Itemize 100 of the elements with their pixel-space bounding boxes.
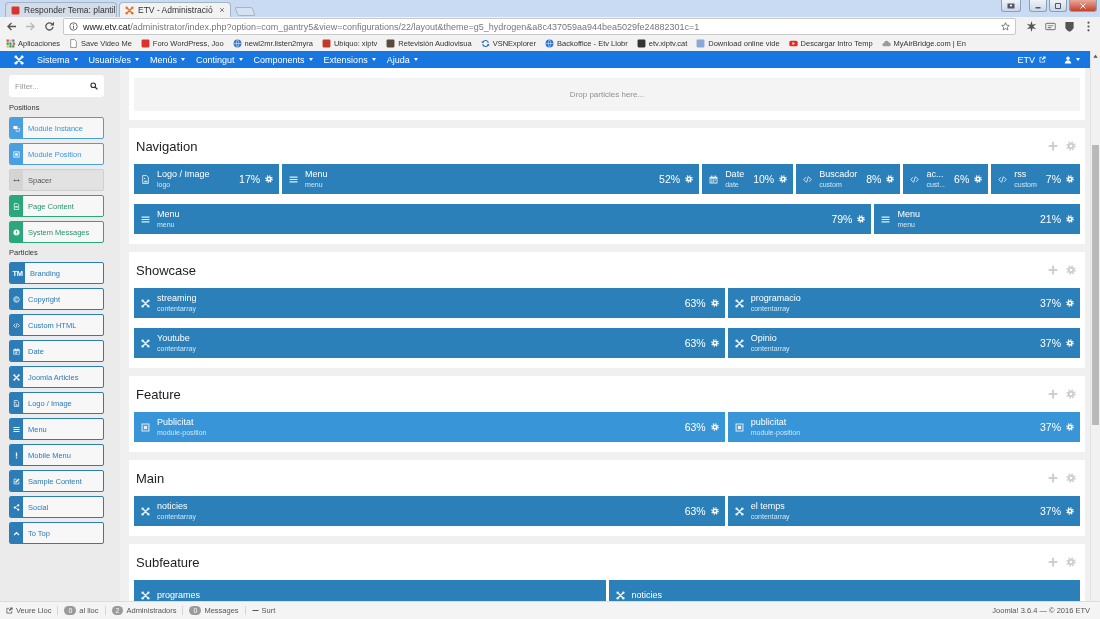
favicon-icon xyxy=(140,39,150,48)
document-icon xyxy=(10,196,23,216)
nav-item[interactable]: Usuaris/es xyxy=(88,54,140,65)
share-icon xyxy=(10,497,23,517)
particle-title: rss xyxy=(1014,169,1027,180)
width-percent: 63% xyxy=(684,297,706,309)
section-title: Main xyxy=(136,470,165,486)
chevron-up-icon xyxy=(10,523,23,543)
particle-block[interactable]: noticies xyxy=(608,580,1080,601)
tab-title: ETV - Administració xyxy=(138,5,214,15)
nav-item[interactable]: Menús xyxy=(150,54,186,65)
sparkle-icon[interactable] xyxy=(1026,21,1037,32)
width-percent: 10% xyxy=(753,173,775,185)
particle-title: publicitat xyxy=(750,417,787,428)
caret-icon xyxy=(1076,58,1080,61)
knot-cross-icon xyxy=(141,338,150,348)
scroll-up-icon[interactable] xyxy=(1092,53,1099,60)
particle-title: streaming xyxy=(157,293,197,304)
width-percent: 17% xyxy=(239,173,261,185)
favicon-icon xyxy=(11,5,20,15)
particle-title: noticies xyxy=(631,589,662,601)
maximize-button[interactable] xyxy=(1049,0,1067,12)
particle-title: programes xyxy=(157,589,201,601)
section-title: Feature xyxy=(136,386,181,402)
particle-title: Menu xyxy=(305,169,328,180)
menu-icon xyxy=(10,419,23,439)
user-button[interactable] xyxy=(1064,55,1080,64)
shield-icon[interactable] xyxy=(1064,21,1075,32)
section-title: Subfeature xyxy=(136,554,200,570)
width-percent: 37% xyxy=(1040,421,1061,433)
caret-icon xyxy=(181,58,186,61)
nav-item[interactable]: Sistema xyxy=(37,54,78,65)
particle-title: ac... xyxy=(926,169,944,180)
width-percent: 21% xyxy=(1040,213,1061,225)
nav-item[interactable]: Contingut xyxy=(196,54,243,65)
copyright-icon xyxy=(10,289,23,309)
page-icon xyxy=(69,39,79,48)
code-icon xyxy=(803,174,813,184)
width-percent: 79% xyxy=(831,213,853,225)
cloud-icon xyxy=(881,39,891,48)
filter-field[interactable]: Filter... xyxy=(9,75,104,97)
tab-title: Responder Tema: plantil xyxy=(24,5,116,15)
minus-icon xyxy=(251,607,259,614)
image-icon xyxy=(141,174,150,184)
close-icon[interactable] xyxy=(219,7,225,13)
site-link[interactable]: ETV xyxy=(1017,54,1046,65)
code-icon xyxy=(10,315,23,335)
particle-title: Youtube xyxy=(157,333,190,344)
module-icon xyxy=(10,144,23,164)
exclamation-icon xyxy=(10,445,23,465)
favicon-icon xyxy=(696,39,706,48)
globe-icon xyxy=(232,39,242,48)
close-icon xyxy=(1079,1,1087,10)
globe-icon xyxy=(545,39,555,48)
knot-cross-icon xyxy=(734,298,744,308)
caret-icon xyxy=(413,58,418,61)
close-button[interactable] xyxy=(1069,0,1097,12)
reload-icon[interactable] xyxy=(44,21,55,32)
back-arrow-icon[interactable] xyxy=(6,21,17,32)
browser-tab[interactable]: Responder Tema: plantil xyxy=(5,2,117,17)
particle-title: Date xyxy=(725,169,745,180)
caret-icon xyxy=(308,58,313,61)
nav-item[interactable]: Extensions xyxy=(323,54,376,65)
edit-icon xyxy=(10,471,23,491)
code-icon xyxy=(910,174,920,184)
module-icon xyxy=(141,422,150,432)
knot-cross-icon xyxy=(734,338,744,348)
calendar-icon xyxy=(709,174,719,184)
width-percent: 63% xyxy=(684,337,706,349)
particle-title: Menu xyxy=(157,209,180,220)
section-title: Showcase xyxy=(136,262,196,278)
nav-item[interactable]: Ajuda xyxy=(386,54,418,65)
width-percent: 37% xyxy=(1040,337,1061,349)
address-bar[interactable]: www.etv.cat/administrator/index.php?option=com_gantry5&view=configurations/22/layout&theme=g5_hydrogen&a8c437059aa944bea5029fe24882301c=1 xyxy=(63,18,1016,35)
knot-cross-icon[interactable] xyxy=(14,54,24,65)
scrollbar-thumb[interactable] xyxy=(1092,145,1099,425)
knot-cross-icon xyxy=(734,506,744,516)
knot-cross-icon xyxy=(141,506,150,516)
caret-icon xyxy=(135,58,140,61)
particle-block[interactable]: programes xyxy=(134,580,606,601)
browser-tab[interactable]: ETV - Administració xyxy=(119,2,231,17)
scrollbar[interactable] xyxy=(1090,51,1100,601)
favicon-icon xyxy=(386,39,396,48)
extension-icon[interactable] xyxy=(1045,21,1056,32)
module-instance-icon xyxy=(10,118,23,138)
star-icon[interactable] xyxy=(1001,22,1010,31)
knot-cross-icon xyxy=(10,367,23,387)
play-icon xyxy=(788,39,798,48)
search-icon[interactable] xyxy=(90,82,98,90)
profile-button[interactable] xyxy=(1001,0,1021,12)
knot-cross-icon xyxy=(141,298,150,308)
nav-item[interactable]: Components xyxy=(253,54,313,65)
caret-icon xyxy=(371,58,376,61)
particle-title: Publicitat xyxy=(157,417,194,428)
external-link-icon xyxy=(6,607,13,614)
particle-title: Menu xyxy=(897,209,920,220)
favicon-icon xyxy=(321,39,331,48)
info-icon[interactable] xyxy=(69,22,78,31)
particle-title: Logo / Image xyxy=(157,169,210,180)
drop-zone[interactable]: Drop particles here... xyxy=(134,78,1080,111)
